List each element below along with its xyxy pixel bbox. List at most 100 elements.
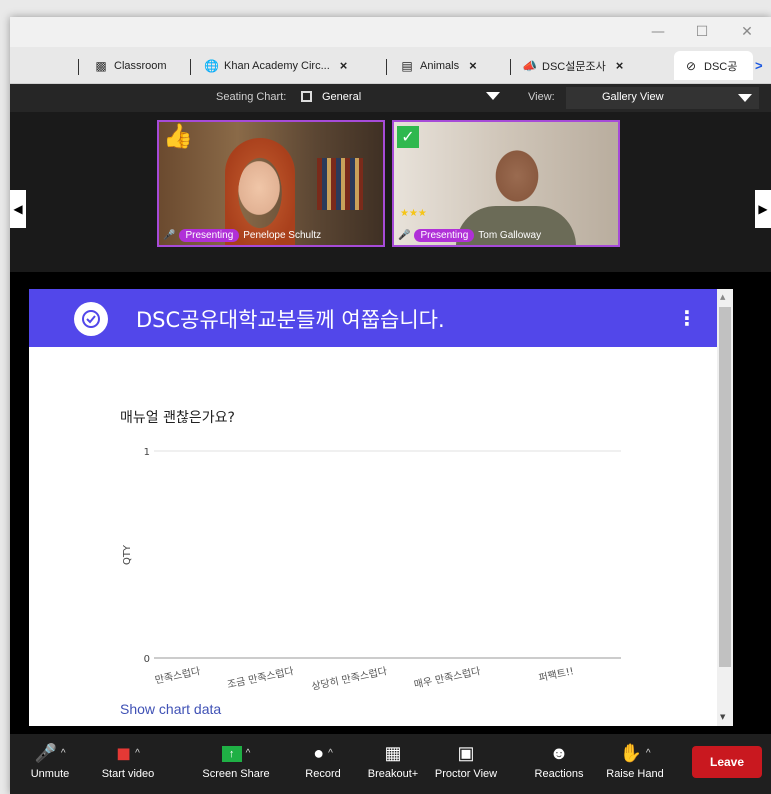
x-tick-label: 만족스럽다 bbox=[154, 665, 201, 686]
scrollbar[interactable]: ▲ ▼ bbox=[717, 289, 733, 726]
tab-dsc-survey[interactable]: 📣 DSC설문조사 × bbox=[522, 51, 623, 80]
tab-label: Khan Academy Circ... bbox=[224, 59, 330, 72]
close-window-button[interactable]: ✕ bbox=[732, 21, 762, 43]
tab-label: DSC공 bbox=[704, 60, 738, 73]
response-chart: 0 1 QTY 만족스럽다 조금 만족스럽다 상당히 만족스럽다 매우 만족스럽다 퍼팩트!! bbox=[122, 447, 621, 693]
view-select[interactable]: Gallery View bbox=[566, 87, 759, 109]
maximize-button[interactable]: ☐ bbox=[687, 21, 717, 43]
proctor-view-label: Proctor View bbox=[434, 768, 498, 780]
proctor-view-icon: ▣ bbox=[457, 743, 475, 763]
previous-page-arrow[interactable]: ◀ bbox=[10, 190, 26, 228]
video-off-icon: ◼ ^ bbox=[116, 743, 140, 763]
unmute-button[interactable]: 🎤 ^ Unmute bbox=[24, 740, 76, 780]
tab-khan-academy[interactable]: 🌐 Khan Academy Circ... × bbox=[204, 51, 347, 80]
record-button[interactable]: ● ^ Record bbox=[296, 740, 350, 780]
tab-divider bbox=[190, 59, 191, 75]
dropdown-arrow-icon bbox=[738, 94, 752, 102]
presenting-badge: Presenting bbox=[414, 229, 475, 242]
breakout-button[interactable]: ▦ Breakout+ bbox=[364, 740, 422, 780]
seating-chart-bar: Seating Chart: General View: Gallery Vie… bbox=[10, 84, 771, 112]
reactions-label: Reactions bbox=[534, 768, 584, 780]
video-gallery: ◀ 👍 🎤 Presenting Penelope Schultz ✓ ★★★ bbox=[10, 112, 771, 272]
start-video-label: Start video bbox=[101, 768, 155, 780]
participant-label: 🎤 Presenting Tom Galloway bbox=[398, 229, 541, 242]
screen-share-label: Screen Share bbox=[202, 768, 270, 780]
classroom-icon: ▩ bbox=[95, 58, 107, 73]
tab-divider bbox=[78, 59, 79, 75]
doc-icon: ▤ bbox=[401, 58, 413, 73]
leave-button[interactable]: Leave bbox=[692, 746, 762, 778]
next-page-arrow[interactable]: ▶ bbox=[755, 190, 771, 228]
presenting-badge: Presenting bbox=[179, 229, 240, 242]
breakout-rooms-icon: ▦ bbox=[384, 743, 402, 763]
title-bar: — ☐ ✕ bbox=[10, 17, 771, 47]
x-tick-label: 매우 만족스럽다 bbox=[413, 665, 482, 691]
close-tab-icon[interactable]: × bbox=[469, 58, 477, 73]
form-header: DSC공유대학교분들께 여쭙습니다. ⋮ bbox=[29, 289, 717, 347]
chevron-up-icon[interactable]: ^ bbox=[135, 748, 140, 759]
shared-screen: DSC공유대학교분들께 여쭙습니다. ⋮ 매뉴얼 괜찮은가요? 0 1 QTY 만족스… bbox=[10, 272, 771, 734]
meeting-toolbar: 🎤 ^ Unmute ◼ ^ Start video ↑ ^ Screen Share… bbox=[10, 734, 771, 794]
globe-icon: 🌐 bbox=[204, 58, 219, 73]
form-badge bbox=[74, 302, 108, 336]
screen-share-button[interactable]: ↑ ^ Screen Share bbox=[198, 740, 274, 780]
reactions-icon: ☻ bbox=[549, 743, 569, 763]
x-tick-label: 퍼팩트!! bbox=[538, 665, 575, 684]
tab-divider bbox=[510, 59, 511, 75]
seating-chart-label: Seating Chart: bbox=[216, 91, 287, 103]
chevron-up-icon[interactable]: ^ bbox=[328, 748, 333, 759]
muted-microphone-icon: 🎤 ^ bbox=[34, 743, 66, 763]
scroll-down-arrow-icon[interactable]: ▼ bbox=[720, 713, 725, 721]
view-label: View: bbox=[528, 91, 555, 103]
y-tick-label: 0 bbox=[144, 654, 150, 665]
reactions-button[interactable]: ☻ Reactions bbox=[530, 740, 588, 780]
form-title: DSC공유대학교분들께 여쭙습니다. bbox=[136, 308, 445, 332]
tab-classroom[interactable]: ▩ Classroom bbox=[94, 51, 167, 80]
unmute-label: Unmute bbox=[30, 768, 70, 780]
minimize-button[interactable]: — bbox=[643, 21, 673, 43]
tab-animals[interactable]: ▤ Animals × bbox=[400, 51, 477, 80]
tab-label: Classroom bbox=[114, 59, 167, 72]
participant-tile[interactable]: ✓ ★★★ 🎤 Presenting Tom Galloway bbox=[392, 120, 620, 247]
x-tick-label: 조금 만족스럽다 bbox=[226, 665, 295, 691]
microphone-icon: 🎤 bbox=[398, 230, 411, 241]
participant-tile[interactable]: 👍 🎤 Presenting Penelope Schultz bbox=[157, 120, 385, 247]
dropdown-arrow-icon[interactable] bbox=[486, 92, 500, 100]
participant-label: 🎤 Presenting Penelope Schultz bbox=[163, 229, 321, 242]
record-icon: ● ^ bbox=[313, 743, 333, 763]
browser-window: — ☐ ✕ ▩ Classroom 🌐 Khan Academy Circ...… bbox=[10, 17, 771, 794]
thumbs-up-icon: 👍 bbox=[163, 122, 193, 150]
y-tick-label: 1 bbox=[144, 447, 150, 458]
participant-name: Tom Galloway bbox=[478, 230, 542, 241]
tab-label: Animals bbox=[420, 59, 460, 72]
chevron-up-icon[interactable]: ^ bbox=[246, 748, 251, 759]
raise-hand-label: Raise Hand bbox=[606, 768, 664, 780]
raise-hand-icon: ✋ ^ bbox=[619, 743, 651, 763]
check-circle-icon: ⊘ bbox=[685, 58, 697, 73]
stars-icon: ★★★ bbox=[400, 208, 427, 219]
scroll-thumb[interactable] bbox=[719, 307, 731, 667]
megaphone-icon: 📣 bbox=[522, 58, 537, 73]
breakout-label: Breakout+ bbox=[367, 768, 419, 780]
chevron-left-icon: ◀ bbox=[13, 202, 23, 216]
microphone-icon: 🎤 bbox=[163, 230, 176, 241]
question-title: 매뉴얼 괜찮은가요? bbox=[120, 410, 235, 426]
tab-dsc-active[interactable]: ⊘ DSC공 bbox=[674, 51, 753, 80]
more-options-icon[interactable]: ⋮ bbox=[677, 305, 697, 331]
raise-hand-button[interactable]: ✋ ^ Raise Hand bbox=[602, 740, 668, 780]
start-video-button[interactable]: ◼ ^ Start video bbox=[96, 740, 160, 780]
scroll-up-arrow-icon[interactable]: ▲ bbox=[720, 293, 725, 301]
check-circle-icon bbox=[82, 310, 100, 328]
tab-divider bbox=[386, 59, 387, 75]
chevron-up-icon[interactable]: ^ bbox=[61, 748, 66, 759]
screen-share-icon: ↑ ^ bbox=[198, 740, 274, 766]
close-tab-icon[interactable]: × bbox=[340, 58, 348, 73]
close-tab-icon[interactable]: × bbox=[616, 58, 624, 73]
show-chart-data-link[interactable]: Show chart data bbox=[120, 701, 221, 717]
chevron-up-icon[interactable]: ^ bbox=[646, 748, 651, 759]
proctor-view-button[interactable]: ▣ Proctor View bbox=[430, 740, 502, 780]
seating-chart-select[interactable]: General bbox=[322, 91, 361, 103]
check-mark-icon: ✓ bbox=[397, 126, 419, 148]
tab-strip: ▩ Classroom 🌐 Khan Academy Circ... × ▤ A… bbox=[10, 47, 771, 84]
more-tabs-chevron-icon[interactable]: > bbox=[755, 51, 763, 80]
